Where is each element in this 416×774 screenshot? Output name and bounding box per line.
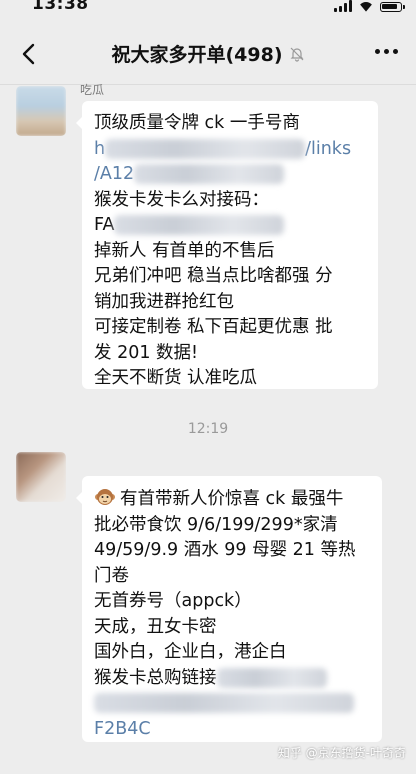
chat-title: 祝大家多开单(498) <box>111 44 283 66</box>
sender-name: 吃瓜 <box>80 83 105 97</box>
bell-off-icon <box>289 45 305 67</box>
status-time: 13:38 <box>32 0 89 14</box>
message-line: 发 201 数据! <box>94 342 199 363</box>
message-line: 销加我进群抢红包 <box>94 291 234 312</box>
status-icons <box>334 0 405 12</box>
message-line: FA <box>94 213 366 239</box>
message-line: h/links <box>94 137 366 163</box>
link-text[interactable]: /links <box>305 139 351 159</box>
message-line: 天成，丑女卡密 <box>94 616 217 637</box>
more-dots-icon[interactable] <box>375 49 398 54</box>
message-text: 有首带新人价惊喜 ck 最强牛 <box>120 489 344 509</box>
signal-icon <box>334 0 352 12</box>
link-text[interactable]: /A12 <box>94 164 134 184</box>
message-bubble[interactable]: 顶级质量令牌 ck 一手号商 h/links /A12 猴发卡发卡么对接码： F… <box>76 101 378 389</box>
link-text[interactable]: h <box>94 139 105 159</box>
code-prefix: FA <box>94 215 115 235</box>
message-timestamp: 12:19 <box>187 421 229 437</box>
message-line <box>94 691 370 717</box>
redacted-mask <box>94 693 354 713</box>
message-line: 掉新人 有首单的不售后 <box>94 240 275 261</box>
message-text: 猴发卡总购链接 <box>94 667 217 688</box>
monkey-emoji-icon <box>94 486 116 508</box>
message-line: 猴发卡总购链接 <box>94 666 370 692</box>
redacted-mask <box>134 164 285 184</box>
message-line: 可接定制卷 私下百起更优惠 批 <box>94 317 333 337</box>
battery-icon <box>380 2 405 12</box>
message-line: 顶级质量令牌 ck 一手号商 <box>94 113 300 133</box>
status-bar: 13:38 <box>0 0 416 22</box>
message-bubble[interactable]: 有首带新人价惊喜 ck 最强牛 批必带食饮 9/6/199/299*家清 49/… <box>76 476 382 743</box>
message-line: /A12 <box>94 162 366 188</box>
message-line: 猴发卡发卡么对接码： <box>94 189 269 210</box>
message-line: 国外白，企业白，港企白 <box>94 642 287 662</box>
chat-header: 祝大家多开单(498) <box>0 22 416 85</box>
message-line: 无首券号（appck） <box>94 591 252 611</box>
chat-title-container: 祝大家多开单(498) <box>0 40 416 67</box>
watermark: 知乎 @京东撸货-叶奇奇 <box>277 746 406 760</box>
message-line: 49/59/9.9 酒水 99 母婴 21 等热 <box>94 540 356 560</box>
message-line: 全天不断货 认准吃瓜 <box>94 368 258 388</box>
redacted-mask <box>105 138 306 159</box>
wifi-icon <box>358 2 374 12</box>
message-line: 批必带食饮 9/6/199/299*家清 <box>94 514 338 535</box>
link-text[interactable]: F2B4C <box>94 719 151 739</box>
message-line: 兄弟们冲吧 稳当点比啥都强 分 <box>94 266 333 286</box>
message-line: 有首带新人价惊喜 ck 最强牛 <box>94 486 370 513</box>
avatar[interactable] <box>16 452 66 502</box>
message-line: 门卷 <box>94 565 129 586</box>
redacted-mask <box>216 667 327 688</box>
avatar[interactable] <box>16 86 66 136</box>
message-line: F2B4C <box>94 717 370 743</box>
redacted-mask <box>114 215 285 235</box>
